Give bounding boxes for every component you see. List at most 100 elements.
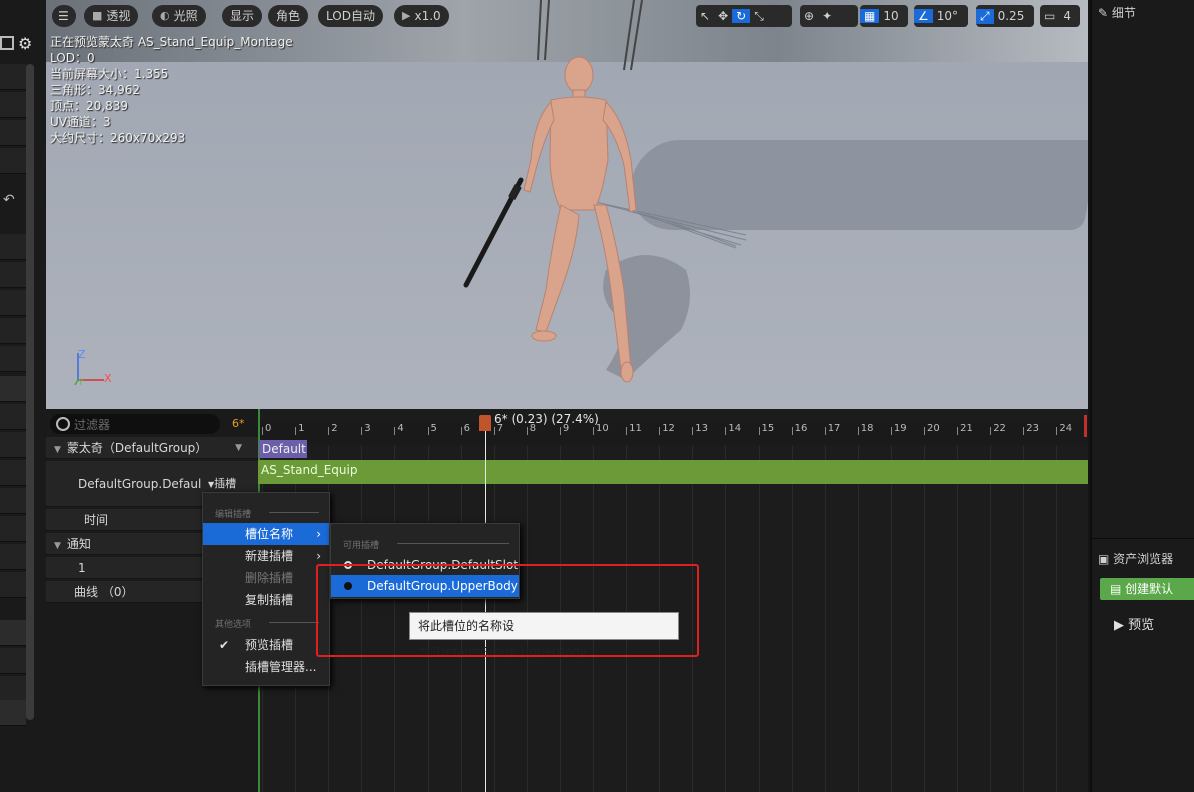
- play-icon: ▶: [1114, 618, 1129, 633]
- timeline-gridline: [824, 445, 826, 792]
- timeline-tick: [990, 427, 992, 435]
- available-slots-section: 可用插槽: [343, 541, 380, 551]
- slot-manager-label: 插槽管理器...: [245, 660, 317, 674]
- highlight-annotation: [316, 564, 699, 657]
- show-label: 显示: [230, 9, 255, 23]
- viewport[interactable]: ☰ ■ 透视 ◐ 光照 显示 角色 LOD自动 ▶ x1.0 ↖ ✥ ↻ ⤡ ⊕ ✦ ▦ 10…: [46, 0, 1088, 409]
- details-label: 细节: [1111, 6, 1136, 20]
- move-icon[interactable]: ✥: [714, 9, 732, 23]
- timeline-gridline: [758, 445, 760, 792]
- world-icon[interactable]: ⊕: [800, 9, 818, 23]
- timeline-tick-label: 22: [993, 423, 1006, 434]
- timeline-gridline: [890, 445, 892, 792]
- rotate-icon[interactable]: ↻: [732, 9, 751, 23]
- timeline-tick-label: 6: [463, 423, 470, 434]
- montage-group-row[interactable]: ▼ 蒙太奇（DefaultGroup） ▼: [46, 437, 258, 459]
- scale-snap-icon: ⤢: [976, 8, 994, 24]
- surface-snap-icon[interactable]: ✦: [818, 9, 836, 23]
- timeline-tick-label: 5: [430, 423, 437, 434]
- timeline-tick-label: 19: [893, 423, 907, 434]
- show-button[interactable]: 显示: [222, 5, 263, 27]
- checkmark-icon: ✔: [219, 638, 230, 652]
- left-scrollbar[interactable]: [26, 64, 34, 720]
- slot-name-menu-item[interactable]: 槽位名称 ›: [203, 523, 329, 545]
- character-button[interactable]: 角色: [268, 5, 309, 27]
- preview-button[interactable]: ▶ 预览: [1114, 614, 1154, 633]
- grid-snap-toggle[interactable]: ▦ 10: [860, 5, 908, 27]
- light-icon: ◐: [160, 9, 170, 22]
- angle-snap-toggle[interactable]: ∠ 10°: [914, 5, 968, 27]
- create-default-label: 创建默认: [1125, 582, 1174, 596]
- cube-icon: ■: [92, 9, 103, 22]
- slot-name-label: 槽位名称: [245, 527, 294, 541]
- menu-button[interactable]: ☰: [52, 5, 76, 27]
- stat-approx-size: 大约尺寸：260x70x293: [50, 131, 186, 145]
- stat-preview: 正在预览蒙太奇 AS_Stand_Equip_Montage: [50, 35, 293, 49]
- timeline-gridline: [857, 445, 859, 792]
- slot-button-label: 插槽: [214, 477, 237, 490]
- scrub-handle[interactable]: [479, 415, 491, 431]
- timeline-tick: [725, 427, 727, 435]
- preview-slot-menu-item[interactable]: ✔ 预览插槽: [203, 634, 329, 656]
- new-slot-label: 新建插槽: [245, 549, 294, 563]
- lighting-button[interactable]: ◐ 光照: [152, 5, 206, 27]
- stat-vertices: 顶点：20,839: [50, 99, 128, 113]
- timeline-tick-label: 15: [761, 423, 775, 434]
- copy-slot-label: 复制插槽: [245, 593, 294, 607]
- montage-segment[interactable]: AS_Stand_Equip: [258, 460, 1088, 484]
- camera-speed-button[interactable]: ▭ 4: [1040, 5, 1080, 27]
- scale-snap-toggle[interactable]: ⤢ 0.25: [976, 5, 1034, 27]
- delete-slot-menu-item[interactable]: 删除插槽: [203, 567, 329, 589]
- playback-speed-button[interactable]: ▶ x1.0: [394, 5, 449, 27]
- scrub-position-label: 6* (0.23) (27.4%): [494, 412, 599, 426]
- select-icon[interactable]: ↖: [696, 9, 714, 23]
- slot-manager-menu-item[interactable]: 插槽管理器...: [203, 656, 329, 678]
- perspective-button[interactable]: ■ 透视: [84, 5, 139, 27]
- scale-icon[interactable]: ⤡: [750, 9, 768, 24]
- timeline-tick: [1023, 427, 1025, 435]
- settings-icon[interactable]: ⚙: [18, 34, 32, 53]
- dropdown-icon[interactable]: ▼: [235, 437, 242, 459]
- grid-snap-icon: ▦: [860, 9, 880, 23]
- notify-label: 通知: [66, 537, 91, 551]
- lod-button[interactable]: LOD自动: [318, 5, 383, 27]
- lod-label: LOD自动: [326, 9, 375, 23]
- lighting-label: 光照: [173, 9, 198, 23]
- new-slot-menu-item[interactable]: 新建插槽 ›: [203, 545, 329, 567]
- undo-icon[interactable]: ↶: [3, 192, 15, 208]
- notify-track-label: 1: [78, 561, 86, 575]
- timeline-tick-label: 17: [827, 423, 841, 434]
- timeline-tick-label: 21: [960, 423, 973, 434]
- divider: [269, 512, 319, 513]
- timeline-tick: [559, 427, 561, 435]
- frame-indicator: 6*: [232, 417, 245, 430]
- asset-browser-icon: ▣: [1098, 552, 1114, 566]
- divider: [397, 543, 509, 544]
- timeline-tick: [924, 427, 925, 435]
- angle-icon: ∠: [914, 9, 933, 23]
- chevron-right-icon: ›: [316, 527, 321, 541]
- create-default-button[interactable]: ▤ 创建默认: [1100, 578, 1194, 600]
- timeline-tick: [593, 427, 594, 435]
- timeline-tick-label: 2: [331, 423, 338, 434]
- file-icon: ▤: [1110, 582, 1126, 596]
- timeline-tick: [295, 427, 297, 435]
- camera-speed-value: 4: [1063, 9, 1071, 23]
- timeline-gridline: [791, 445, 793, 792]
- speed-label: x1.0: [414, 9, 441, 23]
- timeline-tick: [824, 427, 826, 435]
- copy-slot-menu-item[interactable]: 复制插槽: [203, 589, 329, 611]
- montage-section-label[interactable]: Default: [259, 440, 307, 458]
- search-icon: [56, 417, 70, 431]
- slot-label: DefaultGroup.Defaul: [78, 477, 202, 491]
- details-tab[interactable]: ✎ 细节: [1098, 4, 1136, 21]
- scale-snap-value: 0.25: [997, 9, 1025, 23]
- timeline-tick: [692, 427, 694, 435]
- grid-icon[interactable]: [0, 36, 14, 50]
- divider: [269, 622, 319, 623]
- left-panel-strip: ⚙ ↶: [0, 0, 46, 792]
- preview-slot-label: 预览插槽: [245, 638, 294, 652]
- timeline-tick: [890, 427, 892, 435]
- timeline-tick: [460, 427, 462, 435]
- asset-browser-tab[interactable]: ▣ 资产浏览器: [1098, 550, 1173, 567]
